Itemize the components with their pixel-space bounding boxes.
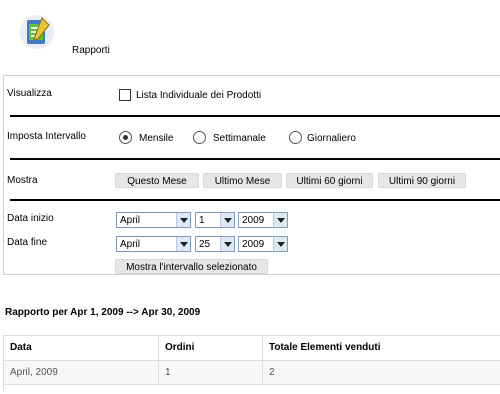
radio-weekly[interactable] — [193, 131, 206, 144]
end-date-label: Data fine — [7, 237, 48, 248]
individual-products-checkbox[interactable] — [119, 89, 131, 101]
start-day-value: 1 — [199, 215, 205, 226]
column-header-items-sold: Totale Elementi venduti — [263, 336, 500, 360]
report-table: Data Ordini Totale Elementi venduti Apri… — [3, 335, 500, 394]
last-60-days-button[interactable]: Ultimi 60 giorni — [286, 173, 373, 188]
table-cell-date: April, 2009 — [4, 360, 159, 384]
report-document-icon — [18, 12, 56, 50]
end-day-value: 25 — [199, 239, 211, 250]
page-title: Rapporti — [72, 45, 110, 56]
start-date-label: Data inizio — [7, 213, 54, 224]
column-header-orders: Ordini — [159, 336, 263, 360]
show-selected-range-button[interactable]: Mostra l'intervallo selezionato — [115, 259, 268, 274]
this-month-button[interactable]: Questo Mese — [115, 173, 199, 188]
start-day-select[interactable]: 1 — [195, 212, 235, 228]
chevron-down-icon[interactable] — [273, 213, 287, 227]
view-label: Visualizza — [7, 88, 52, 99]
radio-monthly-label[interactable]: Mensile — [139, 133, 173, 144]
end-day-select[interactable]: 25 — [195, 236, 235, 252]
end-year-value: 2009 — [242, 239, 265, 250]
last-month-button[interactable]: Ultimo Mese — [203, 173, 282, 188]
radio-weekly-label[interactable]: Settimanale — [213, 133, 266, 144]
start-month-value: April — [120, 215, 141, 226]
chevron-down-icon[interactable] — [273, 237, 287, 251]
start-year-value: 2009 — [242, 215, 265, 226]
report-title: Rapporto per Apr 1, 2009 --> Apr 30, 200… — [5, 307, 201, 318]
radio-monthly[interactable] — [119, 131, 132, 144]
chevron-down-icon[interactable] — [220, 213, 234, 227]
interval-label: Imposta Intervallo — [7, 131, 86, 142]
report-filter-panel: Visualizza Lista Individuale dei Prodott… — [3, 75, 500, 275]
table-cell-orders: 1 — [159, 360, 263, 384]
chevron-down-icon[interactable] — [176, 213, 190, 227]
radio-daily[interactable] — [289, 131, 302, 144]
end-year-select[interactable]: 2009 — [238, 236, 288, 252]
last-90-days-button[interactable]: Ultimi 90 giorni — [378, 173, 466, 188]
start-year-select[interactable]: 2009 — [238, 212, 288, 228]
divider — [10, 115, 500, 117]
radio-daily-label[interactable]: Giornaliero — [307, 133, 356, 144]
end-month-select[interactable]: April — [116, 236, 191, 252]
chevron-down-icon[interactable] — [176, 237, 190, 251]
chevron-down-icon[interactable] — [220, 237, 234, 251]
table-cell-items-sold: 2 — [263, 360, 500, 384]
show-label: Mostra — [7, 175, 38, 186]
start-month-select[interactable]: April — [116, 212, 191, 228]
table-row — [4, 384, 500, 394]
divider — [10, 199, 500, 201]
column-header-date: Data — [4, 336, 159, 360]
individual-products-label[interactable]: Lista Individuale dei Prodotti — [136, 90, 261, 101]
divider — [10, 158, 500, 160]
end-month-value: April — [120, 239, 141, 250]
